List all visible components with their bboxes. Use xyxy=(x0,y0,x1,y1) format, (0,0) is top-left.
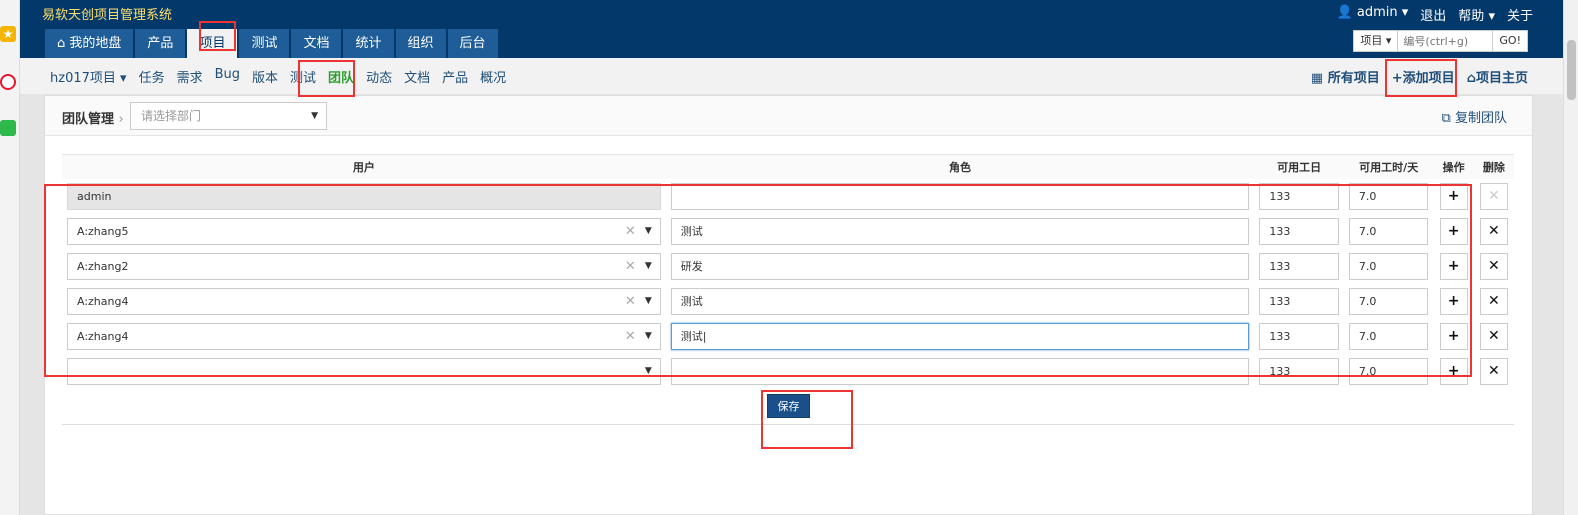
app-title: 易软天创项目管理系统 xyxy=(42,8,173,23)
top-header: 易软天创项目管理系统 👤 admin ▾ 退出 帮助 ▾ 关于 ⌂ 我的地盘 产… xyxy=(20,0,1563,58)
project-sub-menu: hz017项目 ▾ 任务 需求 Bug 版本 测试 团队 动态 文档 产品 概况 xyxy=(50,67,506,86)
subnav-product[interactable]: 产品 xyxy=(442,67,468,86)
subnav-task[interactable]: 任务 xyxy=(139,67,165,86)
tab-label: 我的地盘 xyxy=(69,36,122,51)
col-delete: 删除 xyxy=(1473,154,1514,179)
panel-header: 团队管理 › 请选择部门 ▼ ⧉ 复制团队 xyxy=(45,96,1532,136)
delete-row-button[interactable]: ✕ xyxy=(1479,252,1508,280)
about-link[interactable]: 关于 xyxy=(1507,5,1533,24)
subnav-doc[interactable]: 文档 xyxy=(404,67,430,86)
col-hours: 可用工时/天 xyxy=(1343,154,1434,179)
main-tab-stat[interactable]: 统计 xyxy=(343,29,394,58)
search-input[interactable] xyxy=(1398,30,1494,52)
subnav-overview[interactable]: 概况 xyxy=(480,67,506,86)
breadcrumb: 团队管理 › xyxy=(62,108,124,127)
logout-link[interactable]: 退出 xyxy=(1420,5,1446,24)
home-icon: ⌂ xyxy=(57,36,66,51)
project-home-link[interactable]: ⌂项目主页 xyxy=(1467,67,1528,86)
subnav-bug[interactable]: Bug xyxy=(215,67,240,86)
search-type-select[interactable]: 项目 ▾ xyxy=(1353,30,1399,52)
subnav-story[interactable]: 需求 xyxy=(177,67,203,86)
delete-row-button: ✕ xyxy=(1479,182,1508,210)
breadcrumb-label: 团队管理 xyxy=(62,112,115,127)
annotation-box-save xyxy=(761,390,853,449)
copy-icon: ⧉ xyxy=(1441,111,1451,126)
subnav-build[interactable]: 版本 xyxy=(252,67,278,86)
main-tab-product[interactable]: 产品 xyxy=(135,29,186,58)
chevron-down-icon: ▼ xyxy=(311,111,318,121)
help-label: 帮助 xyxy=(1458,9,1485,24)
main-tab-doc[interactable]: 文档 xyxy=(291,29,342,58)
main-tab-org[interactable]: 组织 xyxy=(395,29,446,58)
copy-team-link[interactable]: ⧉ 复制团队 xyxy=(1442,107,1507,126)
department-select[interactable]: 请选择部门 ▼ xyxy=(130,102,327,130)
subnav-dynamic[interactable]: 动态 xyxy=(366,67,392,86)
home-icon: ⌂ xyxy=(1466,71,1476,86)
annotation-box-add-project xyxy=(1385,59,1457,97)
main-nav: ⌂ 我的地盘 产品 项目 测试 文档 统计 组织 后台 xyxy=(45,29,498,58)
search-type-label: 项目 xyxy=(1360,34,1383,47)
user-menu-area: 👤 admin ▾ 退出 帮助 ▾ 关于 xyxy=(1337,5,1533,24)
all-projects-label: 所有项目 xyxy=(1327,71,1380,86)
main-tab-test[interactable]: 测试 xyxy=(239,29,290,58)
scrollbar-thumb[interactable] xyxy=(1567,40,1576,100)
user-menu[interactable]: 👤 admin ▾ xyxy=(1337,5,1409,24)
main-tab-admin[interactable]: 后台 xyxy=(447,29,498,58)
copy-team-label: 复制团队 xyxy=(1454,111,1507,126)
search-bar: 项目 ▾ GO! xyxy=(1353,30,1528,52)
project-home-label: 项目主页 xyxy=(1475,71,1528,86)
department-placeholder: 请选择部门 xyxy=(141,109,202,123)
search-go-button[interactable]: GO! xyxy=(1493,30,1528,52)
grid-icon: ▦ xyxy=(1310,71,1324,86)
delete-row-button[interactable]: ✕ xyxy=(1479,357,1508,385)
scrollbar[interactable] xyxy=(1563,0,1578,515)
weibo-icon[interactable] xyxy=(0,74,16,90)
all-projects-link[interactable]: ▦ 所有项目 xyxy=(1311,67,1380,86)
delete-row-button[interactable]: ✕ xyxy=(1479,322,1508,350)
delete-row-button[interactable]: ✕ xyxy=(1479,287,1508,315)
user-name: admin xyxy=(1356,5,1398,20)
sub-nav: hz017项目 ▾ 任务 需求 Bug 版本 测试 团队 动态 文档 产品 概况… xyxy=(20,58,1563,94)
project-name: hz017项目 xyxy=(50,71,116,86)
annotation-box-team-rows xyxy=(44,184,1472,377)
chevron-right-icon: › xyxy=(118,112,124,127)
mail-icon[interactable] xyxy=(0,120,16,136)
delete-row-button[interactable]: ✕ xyxy=(1479,217,1508,245)
project-switcher[interactable]: hz017项目 ▾ xyxy=(50,67,127,86)
main-tab-my[interactable]: ⌂ 我的地盘 xyxy=(45,29,134,58)
user-icon: 👤 xyxy=(1336,5,1353,20)
annotation-box-project-tab xyxy=(199,21,236,51)
favorites-star-icon[interactable]: ★ xyxy=(0,26,16,42)
col-role: 角色 xyxy=(665,154,1255,179)
col-days: 可用工日 xyxy=(1254,154,1344,179)
help-menu[interactable]: 帮助 ▾ xyxy=(1458,5,1495,24)
col-action: 操作 xyxy=(1433,154,1474,179)
col-user: 用户 xyxy=(62,154,666,179)
annotation-box-team-tab xyxy=(298,60,355,97)
browser-sidebar: ★ xyxy=(0,0,20,515)
